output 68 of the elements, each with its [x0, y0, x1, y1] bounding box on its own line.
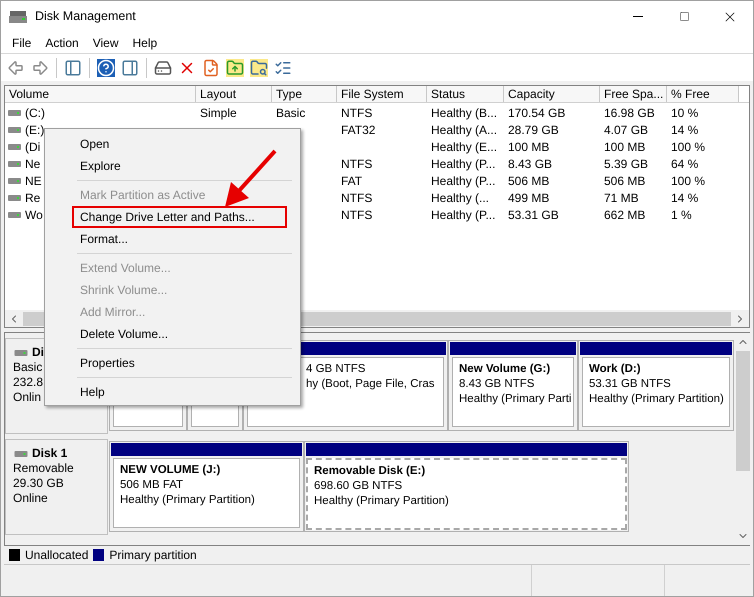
table-cell-text: 100 MB [508, 138, 550, 156]
disk-info: Removable [13, 461, 74, 476]
table-cell-text: (Di [25, 138, 40, 156]
table-cell-text: 506 MB [508, 172, 550, 190]
window-title: Disk Management [35, 8, 136, 26]
partition-title: Work (D:) [589, 362, 641, 377]
table-cell-text: 662 MB [604, 206, 646, 224]
table-cell-text: 16.98 GB [604, 104, 655, 122]
partition-size: 8.43 GB NTFS [459, 377, 534, 392]
table-cell-text: 64 % [671, 156, 698, 172]
partition-title: New Volume (G:) [459, 362, 550, 377]
table-cell-text: 499 MB [508, 190, 550, 206]
partition-size: 4 GB NTFS [306, 362, 366, 377]
table-cell-text: Healthy (P... [431, 156, 496, 172]
table-cell-text: Healthy (P... [431, 172, 496, 190]
table-cell-text: NTFS [341, 104, 372, 122]
disk-name: Di [32, 345, 44, 360]
table-cell-text: Healthy (... [431, 190, 490, 206]
table-cell-text: Healthy (P... [431, 206, 496, 224]
table-cell-text: 14 % [671, 190, 698, 206]
disk-info: 29.30 GB [13, 476, 64, 491]
table-cell-text: 100 % [671, 172, 706, 190]
table-cell-text: FAT [341, 172, 362, 190]
table-cell-text: NTFS [341, 206, 372, 224]
table-cell-text: NTFS [341, 156, 372, 172]
partition-status: Healthy (Primary Partition) [120, 493, 255, 508]
legend-label: Primary partition [109, 547, 197, 564]
table-cell-text: 1 % [671, 206, 692, 224]
table-cell-text: Simple [200, 104, 237, 122]
partition-status: Healthy (Primary Partition) [314, 494, 449, 509]
legend-label: Unallocated [25, 547, 88, 564]
partition-title: Removable Disk (E:) [314, 464, 426, 479]
partition-size: 506 MB FAT [120, 478, 184, 493]
table-cell-text: Ne [25, 156, 40, 172]
table-cell-text: Healthy (B... [431, 104, 498, 122]
table-cell-text: 100 MB [604, 138, 646, 156]
partition-status: Healthy (Primary Parti [459, 392, 572, 407]
table-cell-text: 170.54 GB [508, 104, 566, 122]
table-cell-text: 4.07 GB [604, 122, 648, 138]
disk-info: Basic [13, 360, 42, 375]
table-cell-text: Wo [25, 206, 43, 224]
table-cell-text: Re [25, 190, 40, 206]
table-cell-text: NTFS [341, 190, 372, 206]
table-cell-text: 53.31 GB [508, 206, 559, 224]
disk-info: Online [13, 491, 48, 506]
partition-size: 53.31 GB NTFS [589, 377, 671, 392]
partition-status: hy (Boot, Page File, Cras [306, 377, 434, 392]
disk-info: 232.8 [13, 375, 44, 390]
table-cell-text: NE [25, 172, 42, 190]
table-cell-text: 14 % [671, 122, 698, 138]
partition-size: 698.60 GB NTFS [314, 479, 402, 494]
table-cell-text: Healthy (E... [431, 138, 498, 156]
table-cell-text: 5.39 GB [604, 156, 648, 172]
partition-title: NEW VOLUME (J:) [120, 463, 220, 478]
table-cell-text: FAT32 [341, 122, 376, 138]
table-cell-text: 10 % [671, 104, 698, 122]
table-cell-text: Healthy (A... [431, 122, 498, 138]
table-cell-text: 506 MB [604, 172, 646, 190]
table-cell-text: 28.79 GB [508, 122, 559, 138]
table-cell-text: 100 % [671, 138, 706, 156]
table-cell-text: (C:) [25, 104, 45, 122]
table-cell-text: 71 MB [604, 190, 639, 206]
disk-info: Onlin [13, 390, 42, 405]
disk-name: Disk 1 [32, 446, 68, 461]
table-cell-text: (E:) [25, 122, 44, 138]
table-cell-text: 8.43 GB [508, 156, 552, 172]
table-cell-text: Basic [276, 104, 306, 122]
partition-status: Healthy (Primary Partition) [589, 392, 724, 407]
